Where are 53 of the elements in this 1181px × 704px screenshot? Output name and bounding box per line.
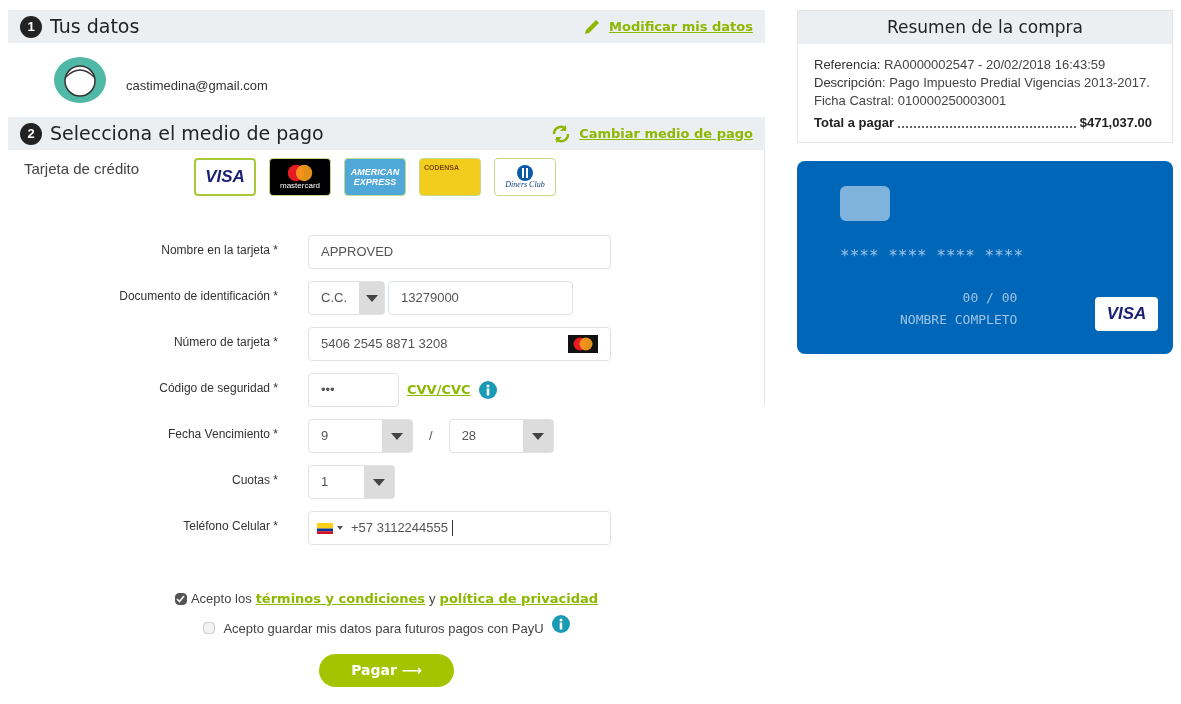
- info-icon[interactable]: [478, 381, 497, 399]
- total-label: Total a pagar: [814, 114, 894, 132]
- security-code-field[interactable]: •••: [308, 373, 399, 407]
- caret-icon: [391, 432, 403, 440]
- month-select[interactable]: 9: [308, 419, 413, 453]
- installments-select[interactable]: 1: [308, 465, 395, 499]
- field-label: Número de tarjeta *: [172, 334, 279, 351]
- card-expiry: 00 / 00: [962, 289, 1018, 307]
- field-label: Documento de identificación *: [118, 288, 279, 305]
- date-separator: /: [429, 427, 433, 446]
- caret-icon: [373, 478, 385, 486]
- refresh-icon: [551, 124, 572, 143]
- circles-logo-icon: [568, 335, 598, 353]
- summary-title: Resumen de la compra: [886, 15, 1083, 39]
- card-brand-option[interactable]: VISA: [194, 158, 256, 196]
- flag-icon: [317, 522, 333, 534]
- card-holder-name: NOMBRE COMPLETO: [900, 311, 1018, 329]
- caret-icon: [337, 526, 343, 530]
- field-label: Código de seguridad *: [158, 380, 279, 397]
- section-title: Selecciona el medio de pago: [50, 121, 325, 147]
- card-brand-option[interactable]: Diners Club: [494, 158, 556, 196]
- pencil-icon: [583, 17, 602, 36]
- document-type-select[interactable]: C.C.: [308, 281, 385, 315]
- consent-text: y: [429, 590, 436, 608]
- info-icon[interactable]: [551, 615, 570, 634]
- caret-icon: [531, 432, 544, 440]
- card-brand-option[interactable]: mastercard: [269, 158, 331, 196]
- card-number-text: **** **** **** ****: [840, 247, 1025, 265]
- checkbox[interactable]: [174, 592, 187, 605]
- payment-method-label: Tarjeta de crédito: [24, 159, 141, 179]
- document-field[interactable]: 13279000: [388, 281, 573, 315]
- phone-field[interactable]: +57 3112244555: [308, 511, 611, 545]
- field-label: Teléfono Celular *: [182, 518, 279, 535]
- circles-logo-icon: [285, 164, 315, 182]
- year-select[interactable]: 28: [448, 419, 554, 453]
- total-amount: $471,037.00: [1079, 114, 1152, 132]
- step-number: 2: [20, 122, 42, 145]
- avatar-icon: [54, 57, 106, 103]
- visa-logo: VISA: [1095, 297, 1158, 331]
- step-number: 1: [20, 15, 42, 38]
- reference-text: Referencia: RA0000002547 - 20/02/2018 16:43:59: [814, 56, 1107, 74]
- field-label: Fecha Vencimiento *: [166, 426, 279, 443]
- description-text: Descripción: Pago Impuesto Predial Vigencias 2013-2017. Ficha Castral: 010000250003001: [814, 74, 1151, 110]
- name-field[interactable]: APPROVED: [308, 235, 611, 269]
- chip-icon: [840, 186, 890, 221]
- user-email: castimedina@gmail.com: [126, 77, 268, 96]
- consent-text: Acepto guardar mis datos para futuros pagos con PayU: [223, 619, 544, 638]
- field-label: Cuotas *: [230, 472, 279, 489]
- card-number-field[interactable]: 5406 2545 8871 3208: [308, 327, 611, 361]
- consent-text: Acepto los: [190, 590, 252, 608]
- caret-icon: [365, 294, 378, 302]
- section-title: Tus datos: [50, 14, 141, 40]
- field-label: Nombre en la tarjeta *: [160, 242, 279, 259]
